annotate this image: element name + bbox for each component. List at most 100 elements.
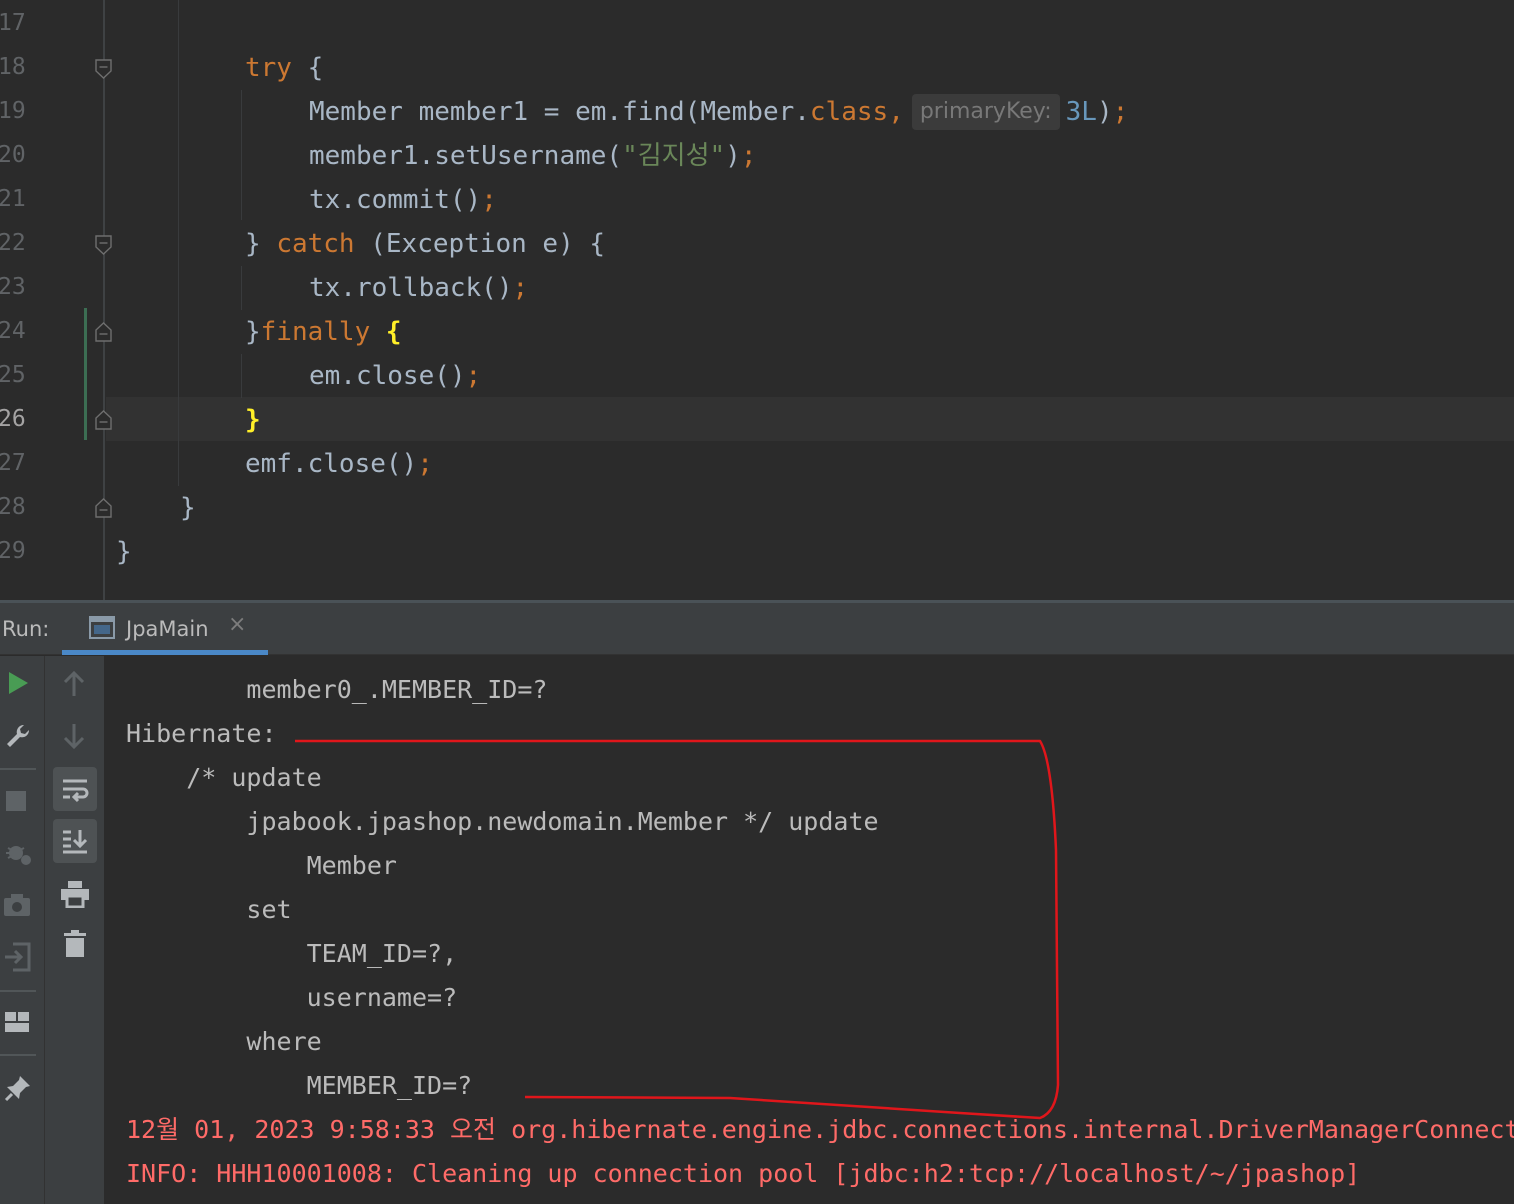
code-text: ) bbox=[725, 141, 741, 171]
code-editor[interactable]: 17 18 19 20 21 22 23 24 25 26 27 28 29 t… bbox=[0, 0, 1514, 600]
fold-collapse-icon[interactable] bbox=[95, 235, 112, 255]
current-line-highlight bbox=[106, 397, 1514, 441]
semicolon: ; bbox=[465, 361, 482, 391]
code-line-25: em.close(); bbox=[309, 354, 481, 398]
code-line-26: } bbox=[245, 398, 261, 442]
console-line: MEMBER_ID=? bbox=[126, 1071, 473, 1100]
parameter-hint: primaryKey: bbox=[911, 94, 1060, 130]
number-literal: 3L bbox=[1065, 97, 1097, 127]
code-text: } bbox=[245, 317, 261, 347]
console-error-line: 12월 01, 2023 9:58:33 오전 org.hibernate.en… bbox=[126, 1115, 1514, 1144]
fold-collapse-icon[interactable] bbox=[95, 59, 112, 79]
code-line-21: tx.commit(); bbox=[309, 178, 497, 222]
run-toolbar-secondary bbox=[44, 656, 104, 1204]
pin-icon[interactable] bbox=[4, 1074, 32, 1106]
code-text: member1.setUsername( bbox=[309, 141, 623, 171]
semicolon: ; bbox=[417, 449, 433, 479]
code-line-19: Member member1 = em.find(Member.class, pr… bbox=[309, 90, 1128, 134]
line-number: 25 bbox=[0, 362, 26, 388]
wrench-icon[interactable] bbox=[4, 722, 32, 754]
console-line: member0_.MEMBER_ID=? bbox=[126, 675, 548, 704]
semicolon: ; bbox=[512, 273, 529, 303]
code-line-22: } catch (Exception e) { bbox=[245, 222, 605, 266]
fold-end-icon[interactable] bbox=[95, 498, 112, 518]
indent-guide bbox=[241, 354, 242, 398]
line-number: 19 bbox=[0, 98, 26, 124]
matched-brace: { bbox=[385, 317, 402, 347]
toolbar-separator bbox=[0, 768, 36, 770]
console-window-icon bbox=[89, 616, 115, 640]
code-line-27: emf.close(); bbox=[245, 442, 433, 486]
string-literal: "김지성" bbox=[622, 141, 726, 171]
code-line-23: tx.rollback(); bbox=[309, 266, 528, 310]
run-label: Run: bbox=[2, 617, 50, 641]
code-text: } bbox=[245, 229, 277, 259]
run-icon[interactable] bbox=[6, 670, 30, 700]
keyword: catch bbox=[276, 229, 355, 259]
code-line-28: } bbox=[180, 493, 196, 523]
console-line: /* update bbox=[126, 763, 322, 792]
line-number: 17 bbox=[0, 10, 26, 36]
fold-end-icon[interactable] bbox=[95, 410, 112, 430]
toolbar-separator bbox=[0, 990, 36, 992]
semicolon: ; bbox=[740, 141, 757, 171]
console-line: Member bbox=[126, 851, 412, 880]
code-text: ) bbox=[1096, 97, 1113, 127]
semicolon: ; bbox=[1112, 97, 1129, 127]
console-line: username=? bbox=[126, 983, 473, 1012]
run-toolbar-primary bbox=[0, 656, 44, 1204]
keyword: try bbox=[245, 53, 292, 83]
tab-jpamain[interactable]: JpaMain × bbox=[62, 603, 268, 655]
soft-wrap-icon[interactable] bbox=[61, 777, 89, 807]
up-arrow-icon[interactable] bbox=[62, 670, 86, 702]
line-number: 28 bbox=[0, 494, 26, 520]
debug-icon[interactable] bbox=[3, 838, 33, 872]
down-arrow-icon[interactable] bbox=[62, 722, 86, 754]
semicolon: ; bbox=[481, 185, 497, 215]
console-line: jpabook.jpashop.newdomain.Member */ upda… bbox=[126, 807, 879, 836]
console-error-line: INFO: HHH10001008: Cleaning up connectio… bbox=[126, 1159, 1361, 1188]
comma: , bbox=[888, 97, 904, 127]
keyword: class bbox=[809, 97, 889, 127]
line-number: 22 bbox=[0, 230, 26, 256]
fold-end-icon[interactable] bbox=[95, 322, 112, 342]
line-number: 24 bbox=[0, 318, 26, 344]
line-number: 21 bbox=[0, 186, 26, 212]
toolbar-separator bbox=[0, 1054, 36, 1056]
console-line: set bbox=[126, 895, 292, 924]
line-number-current: 26 bbox=[0, 406, 26, 432]
stop-icon[interactable] bbox=[5, 790, 27, 816]
tab-label: JpaMain bbox=[126, 617, 209, 641]
active-tab-indicator bbox=[62, 650, 268, 655]
line-number: 27 bbox=[0, 450, 26, 476]
console-output[interactable]: member0_.MEMBER_ID=? Hibernate: /* updat… bbox=[104, 656, 1514, 1204]
layout-icon[interactable] bbox=[4, 1010, 30, 1038]
code-line-29: } bbox=[116, 537, 132, 567]
code-text: em.close() bbox=[309, 361, 466, 391]
run-panel-header: Run: JpaMain × bbox=[0, 603, 1514, 655]
console-line: TEAM_ID=?, bbox=[126, 939, 458, 968]
matched-brace: } bbox=[245, 405, 261, 435]
line-number: 29 bbox=[0, 538, 26, 564]
code-text: Member member1 = em.find(Member. bbox=[309, 97, 810, 127]
code-line-20: member1.setUsername("김지성"); bbox=[309, 134, 756, 178]
code-text: { bbox=[291, 53, 324, 83]
indent-guide bbox=[241, 266, 242, 310]
code-text: tx.rollback() bbox=[309, 273, 513, 303]
close-icon[interactable]: × bbox=[228, 612, 246, 637]
trash-icon[interactable] bbox=[63, 930, 87, 962]
login-icon[interactable] bbox=[3, 942, 31, 976]
code-line-24: }finally { bbox=[245, 310, 402, 354]
vcs-change-marker[interactable] bbox=[84, 308, 87, 440]
camera-icon[interactable] bbox=[3, 892, 31, 922]
line-number: 18 bbox=[0, 54, 26, 80]
print-icon[interactable] bbox=[60, 880, 90, 912]
console-line: Hibernate: bbox=[126, 719, 292, 748]
scroll-to-end-icon[interactable] bbox=[61, 828, 89, 858]
keyword: finally bbox=[260, 317, 371, 347]
code-text: tx.commit() bbox=[309, 185, 482, 215]
code-text: emf.close() bbox=[245, 449, 418, 479]
console-line: where bbox=[126, 1027, 322, 1056]
line-number: 23 bbox=[0, 274, 26, 300]
